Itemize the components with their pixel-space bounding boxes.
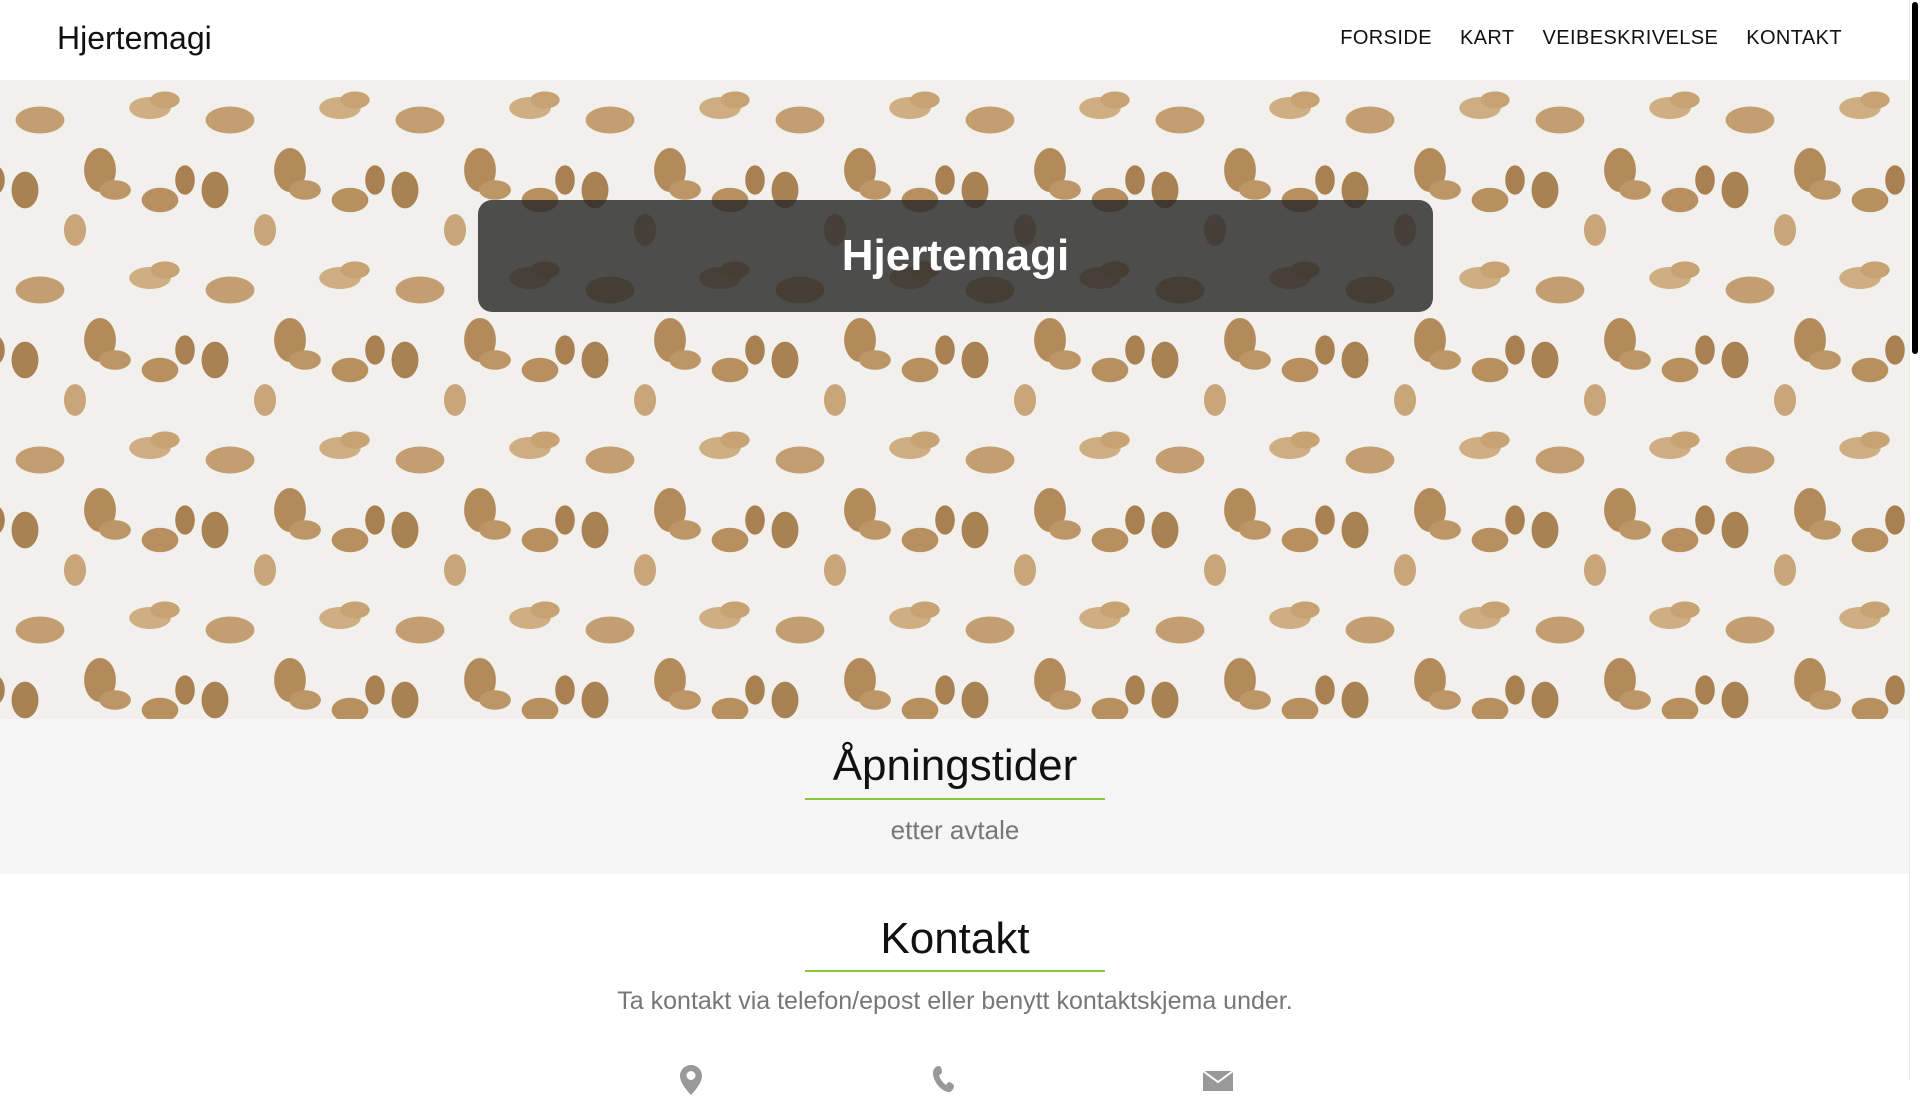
- contact-icons-row: [0, 1064, 1910, 1095]
- hero-background-pattern: [0, 80, 1910, 719]
- scrollbar-thumb[interactable]: [1912, 2, 1918, 354]
- section-title-underline: [805, 798, 1105, 800]
- map-marker-icon: [675, 1064, 707, 1096]
- hero-title-box: Hjertemagi: [478, 200, 1433, 312]
- brand-logo-link[interactable]: Hjertemagi: [57, 20, 212, 57]
- opening-hours-text: etter avtale: [890, 815, 1020, 845]
- hero-banner: Hjertemagi: [0, 80, 1910, 720]
- vertical-scrollbar[interactable]: [1909, 0, 1920, 1080]
- top-navbar: Hjertemagi FORSIDE KART VEIBESKRIVELSE K…: [0, 0, 1910, 80]
- main-nav: FORSIDE KART VEIBESKRIVELSE KONTAKT: [1312, 27, 1842, 50]
- nav-kontakt[interactable]: KONTAKT: [1746, 27, 1842, 50]
- opening-hours-title: Åpningstider: [832, 741, 1078, 790]
- nav-veibeskrivelse[interactable]: VEIBESKRIVELSE: [1543, 27, 1719, 50]
- contact-intro-text: Ta kontakt via telefon/epost eller benyt…: [617, 987, 1293, 1015]
- opening-hours-section: Åpningstider etter avtale: [0, 719, 1910, 874]
- section-title-underline: [805, 970, 1105, 972]
- phone-icon: [928, 1064, 960, 1096]
- nav-kart[interactable]: KART: [1460, 27, 1515, 50]
- contact-section: Kontakt Ta kontakt via telefon/epost ell…: [0, 874, 1910, 1095]
- nav-forside[interactable]: FORSIDE: [1340, 27, 1432, 50]
- envelope-icon: [1202, 1064, 1234, 1096]
- contact-title: Kontakt: [880, 914, 1030, 963]
- hero-title: Hjertemagi: [841, 231, 1070, 280]
